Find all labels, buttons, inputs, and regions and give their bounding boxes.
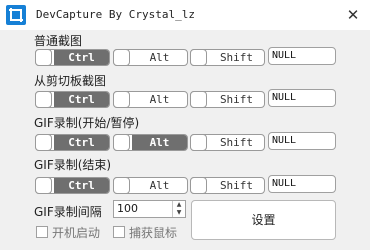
gif-interval-spinbox[interactable]: 100 ▲ ▼ bbox=[113, 200, 186, 218]
key-field-clipboard-capture[interactable]: NULL bbox=[268, 89, 336, 107]
toggle-knob bbox=[35, 91, 52, 108]
section-label-normal-capture: 普通截图 bbox=[34, 34, 83, 48]
key-field-gif-start-pause[interactable]: NULL bbox=[268, 132, 336, 150]
toggle-label: Shift bbox=[219, 179, 254, 192]
title-bar[interactable]: DevCapture By Crystal_lz ✕ bbox=[0, 0, 370, 30]
toggle-knob bbox=[113, 91, 130, 108]
toggle-knob bbox=[113, 177, 130, 194]
toggle-label: Ctrl bbox=[54, 50, 109, 65]
toggle-label: Alt bbox=[149, 179, 170, 192]
alt-toggle-gif-end[interactable]: Alt bbox=[113, 177, 188, 194]
ctrl-toggle-gif-end[interactable]: Ctrl bbox=[35, 177, 110, 194]
toggle-label: Ctrl bbox=[54, 178, 109, 193]
autostart-checkbox[interactable] bbox=[36, 226, 48, 238]
toggle-knob bbox=[35, 49, 52, 66]
section-label-gif-end: GIF录制(结束) bbox=[34, 158, 112, 172]
app-icon bbox=[6, 5, 26, 25]
section-label-clipboard-capture: 从剪切板截图 bbox=[34, 74, 107, 88]
toggle-knob bbox=[113, 49, 130, 66]
spinner-arrows: ▲ ▼ bbox=[172, 201, 185, 217]
settings-button[interactable]: 设置 bbox=[191, 200, 336, 240]
ctrl-toggle-gif-start-pause[interactable]: Ctrl bbox=[35, 134, 110, 151]
autostart-label: 开机启动 bbox=[52, 226, 101, 240]
main-window: DevCapture By Crystal_lz ✕ 普通截图 Ctrl Alt… bbox=[0, 0, 370, 250]
toggle-label: Ctrl bbox=[54, 92, 109, 107]
toggle-knob bbox=[190, 49, 207, 66]
toggle-label: Shift bbox=[219, 93, 254, 106]
shift-toggle-clipboard-capture[interactable]: Shift bbox=[190, 91, 265, 108]
alt-toggle-normal-capture[interactable]: Alt bbox=[113, 49, 188, 66]
toggle-knob bbox=[35, 134, 52, 151]
alt-toggle-clipboard-capture[interactable]: Alt bbox=[113, 91, 188, 108]
toggle-label: Alt bbox=[149, 93, 170, 106]
alt-toggle-gif-start-pause[interactable]: Alt bbox=[113, 134, 188, 151]
toggle-label: Shift bbox=[219, 136, 254, 149]
toggle-knob bbox=[190, 134, 207, 151]
toggle-knob bbox=[113, 134, 130, 151]
shift-toggle-gif-end[interactable]: Shift bbox=[190, 177, 265, 194]
toggle-knob bbox=[190, 177, 207, 194]
gif-interval-label: GIF录制间隔 bbox=[34, 205, 102, 219]
ctrl-toggle-normal-capture[interactable]: Ctrl bbox=[35, 49, 110, 66]
spinner-up-icon[interactable]: ▲ bbox=[173, 201, 185, 209]
capture-mouse-label: 捕获鼠标 bbox=[129, 226, 178, 240]
gif-interval-value: 100 bbox=[117, 202, 138, 215]
key-field-normal-capture[interactable]: NULL bbox=[268, 47, 336, 65]
window-title: DevCapture By Crystal_lz bbox=[36, 8, 195, 21]
shift-toggle-gif-start-pause[interactable]: Shift bbox=[190, 134, 265, 151]
toggle-label: Ctrl bbox=[54, 135, 109, 150]
toggle-knob bbox=[35, 177, 52, 194]
toggle-label: Alt bbox=[149, 51, 170, 64]
toggle-label: Shift bbox=[219, 51, 254, 64]
key-field-gif-end[interactable]: NULL bbox=[268, 175, 336, 193]
close-icon[interactable]: ✕ bbox=[342, 5, 364, 25]
shift-toggle-normal-capture[interactable]: Shift bbox=[190, 49, 265, 66]
capture-mouse-checkbox[interactable] bbox=[113, 226, 125, 238]
ctrl-toggle-clipboard-capture[interactable]: Ctrl bbox=[35, 91, 110, 108]
spinner-down-icon[interactable]: ▼ bbox=[173, 209, 185, 217]
section-label-gif-start-pause: GIF录制(开始/暂停) bbox=[34, 116, 140, 130]
toggle-knob bbox=[190, 91, 207, 108]
toggle-label: Alt bbox=[132, 135, 187, 150]
